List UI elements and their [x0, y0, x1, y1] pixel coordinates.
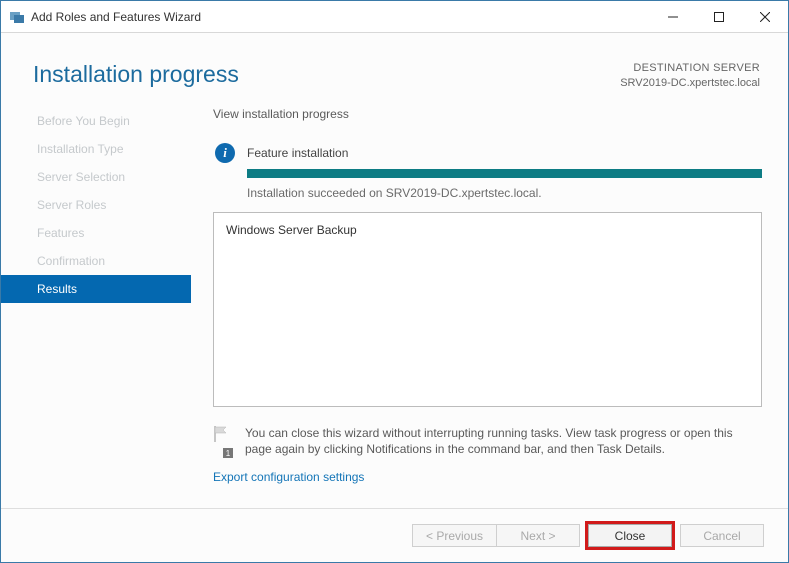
- info-icon: i: [215, 143, 235, 163]
- step-installation-type: Installation Type: [1, 135, 191, 163]
- step-confirmation: Confirmation: [1, 247, 191, 275]
- previous-button: < Previous: [412, 524, 496, 547]
- installed-features-box: Windows Server Backup: [213, 212, 762, 407]
- wizard-sidebar: Before You Begin Installation Type Serve…: [1, 101, 191, 508]
- cancel-button: Cancel: [680, 524, 764, 547]
- page-title: Installation progress: [33, 61, 239, 88]
- feature-item: Windows Server Backup: [226, 223, 749, 237]
- destination-label: DESTINATION SERVER: [620, 61, 760, 76]
- close-window-button[interactable]: [742, 1, 788, 33]
- flag-badge: 1: [223, 448, 233, 458]
- flag-icon: 1: [213, 425, 231, 459]
- step-server-roles: Server Roles: [1, 191, 191, 219]
- install-status-text: Installation succeeded on SRV2019-DC.xpe…: [247, 186, 762, 200]
- destination-info: DESTINATION SERVER SRV2019-DC.xpertstec.…: [620, 61, 760, 91]
- next-button: Next >: [496, 524, 580, 547]
- minimize-button[interactable]: [650, 1, 696, 33]
- titlebar: Add Roles and Features Wizard: [1, 1, 788, 33]
- step-features: Features: [1, 219, 191, 247]
- step-before-you-begin: Before You Begin: [1, 107, 191, 135]
- app-icon: [9, 9, 25, 25]
- header: Installation progress DESTINATION SERVER…: [1, 33, 788, 101]
- export-config-link[interactable]: Export configuration settings: [213, 470, 762, 484]
- feature-installation-label: Feature installation: [247, 146, 348, 160]
- close-button[interactable]: Close: [588, 524, 672, 547]
- wizard-content: View installation progress i Feature ins…: [191, 101, 788, 508]
- maximize-button[interactable]: [696, 1, 742, 33]
- window-title: Add Roles and Features Wizard: [31, 10, 650, 24]
- close-note-text: You can close this wizard without interr…: [245, 425, 762, 459]
- wizard-window: Add Roles and Features Wizard Installati…: [0, 0, 789, 563]
- footer-buttons: < Previous Next > Close Cancel: [1, 508, 788, 562]
- step-server-selection: Server Selection: [1, 163, 191, 191]
- step-results: Results: [1, 275, 191, 303]
- progress-bar: [247, 169, 762, 178]
- view-progress-label: View installation progress: [213, 107, 762, 121]
- destination-value: SRV2019-DC.xpertstec.local: [620, 76, 760, 91]
